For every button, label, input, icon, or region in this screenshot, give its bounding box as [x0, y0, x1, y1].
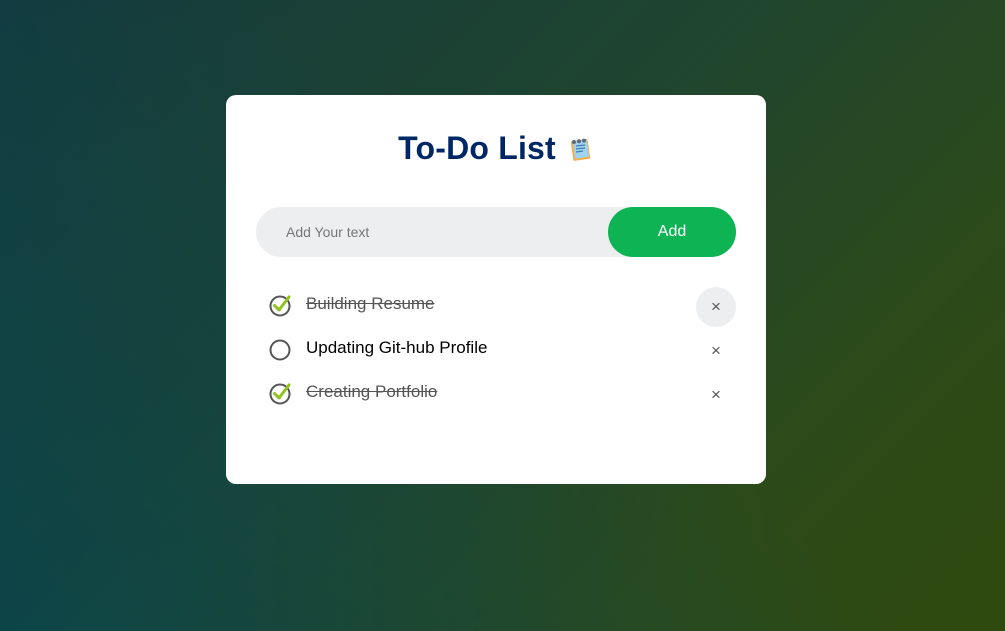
- input-row: Add: [256, 207, 736, 257]
- delete-task-button[interactable]: ×: [696, 375, 736, 415]
- todo-card: To-Do List Add B: [226, 95, 766, 484]
- task-list: Building Resume × Updating Git-hub Profi…: [256, 285, 736, 417]
- task-item[interactable]: Updating Git-hub Profile ×: [256, 329, 736, 373]
- task-item[interactable]: Building Resume ×: [256, 285, 736, 329]
- notepad-icon: [566, 135, 594, 163]
- delete-task-button[interactable]: ×: [696, 287, 736, 327]
- title-row: To-Do List: [226, 130, 766, 167]
- task-item[interactable]: Creating Portfolio ×: [256, 373, 736, 417]
- app-title: To-Do List: [398, 130, 556, 166]
- delete-task-button[interactable]: ×: [696, 331, 736, 371]
- add-button[interactable]: Add: [608, 207, 736, 257]
- task-text: Updating Git-hub Profile: [306, 338, 488, 357]
- task-input[interactable]: [256, 207, 596, 257]
- unchecked-circle-icon[interactable]: [269, 337, 293, 361]
- task-text: Creating Portfolio: [306, 382, 438, 401]
- task-text: Building Resume: [306, 294, 435, 313]
- checked-icon[interactable]: [269, 381, 293, 405]
- checked-icon[interactable]: [269, 293, 293, 317]
